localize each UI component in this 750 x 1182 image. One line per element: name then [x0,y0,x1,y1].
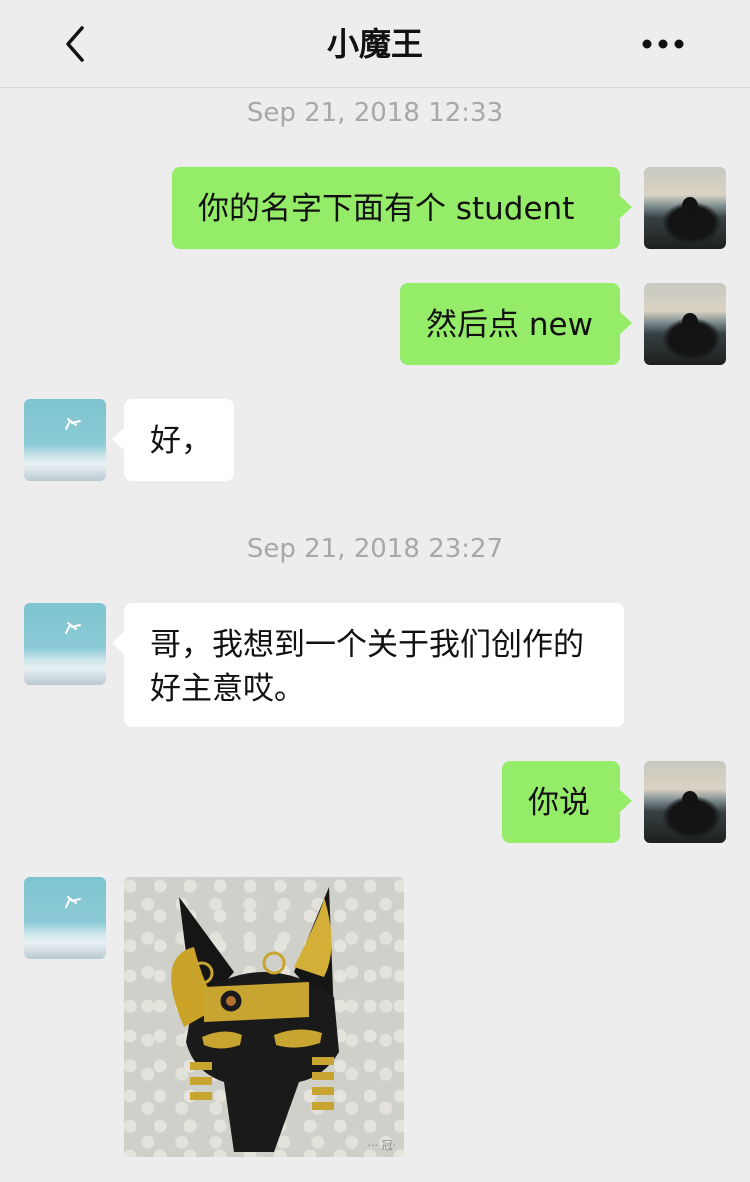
timestamp: Sep 21, 2018 23:27 [246,534,504,564]
plane-icon [65,896,81,908]
message-text: 你说 [528,785,590,821]
image-watermark: ··· 冠· [367,1139,396,1152]
more-dots-icon [642,39,684,49]
message-bubble-sent[interactable]: 你的名字下面有个 student [172,167,632,249]
plane-icon [65,622,81,634]
message-bubble-received[interactable]: 哥，我想到一个关于我们创作的好主意哎。 [112,603,624,727]
message-text: 哥，我想到一个关于我们创作的好主意哎。 [150,627,584,707]
timestamp: Sep 21, 2018 12:33 [246,98,504,128]
message-text: 好， [150,423,212,459]
message-bubble-sent[interactable]: 你说 [502,761,632,843]
message-bubble-received[interactable]: 好， [112,399,234,481]
message-bubble-sent[interactable]: 然后点 new [400,283,632,365]
message-text: 你的名字下面有个 student [198,191,575,227]
contact-avatar[interactable] [24,877,106,959]
plane-icon [65,418,81,430]
message-text: 然后点 new [426,307,593,343]
my-avatar[interactable] [644,167,726,249]
contact-avatar[interactable] [24,399,106,481]
chat-header: 小魔王 [0,0,750,88]
more-button[interactable] [636,30,690,58]
image-message[interactable]: ··· 冠· [124,877,404,1157]
my-avatar[interactable] [644,283,726,365]
anubis-mask-image [171,887,339,1152]
contact-avatar[interactable] [24,603,106,685]
my-avatar[interactable] [644,761,726,843]
